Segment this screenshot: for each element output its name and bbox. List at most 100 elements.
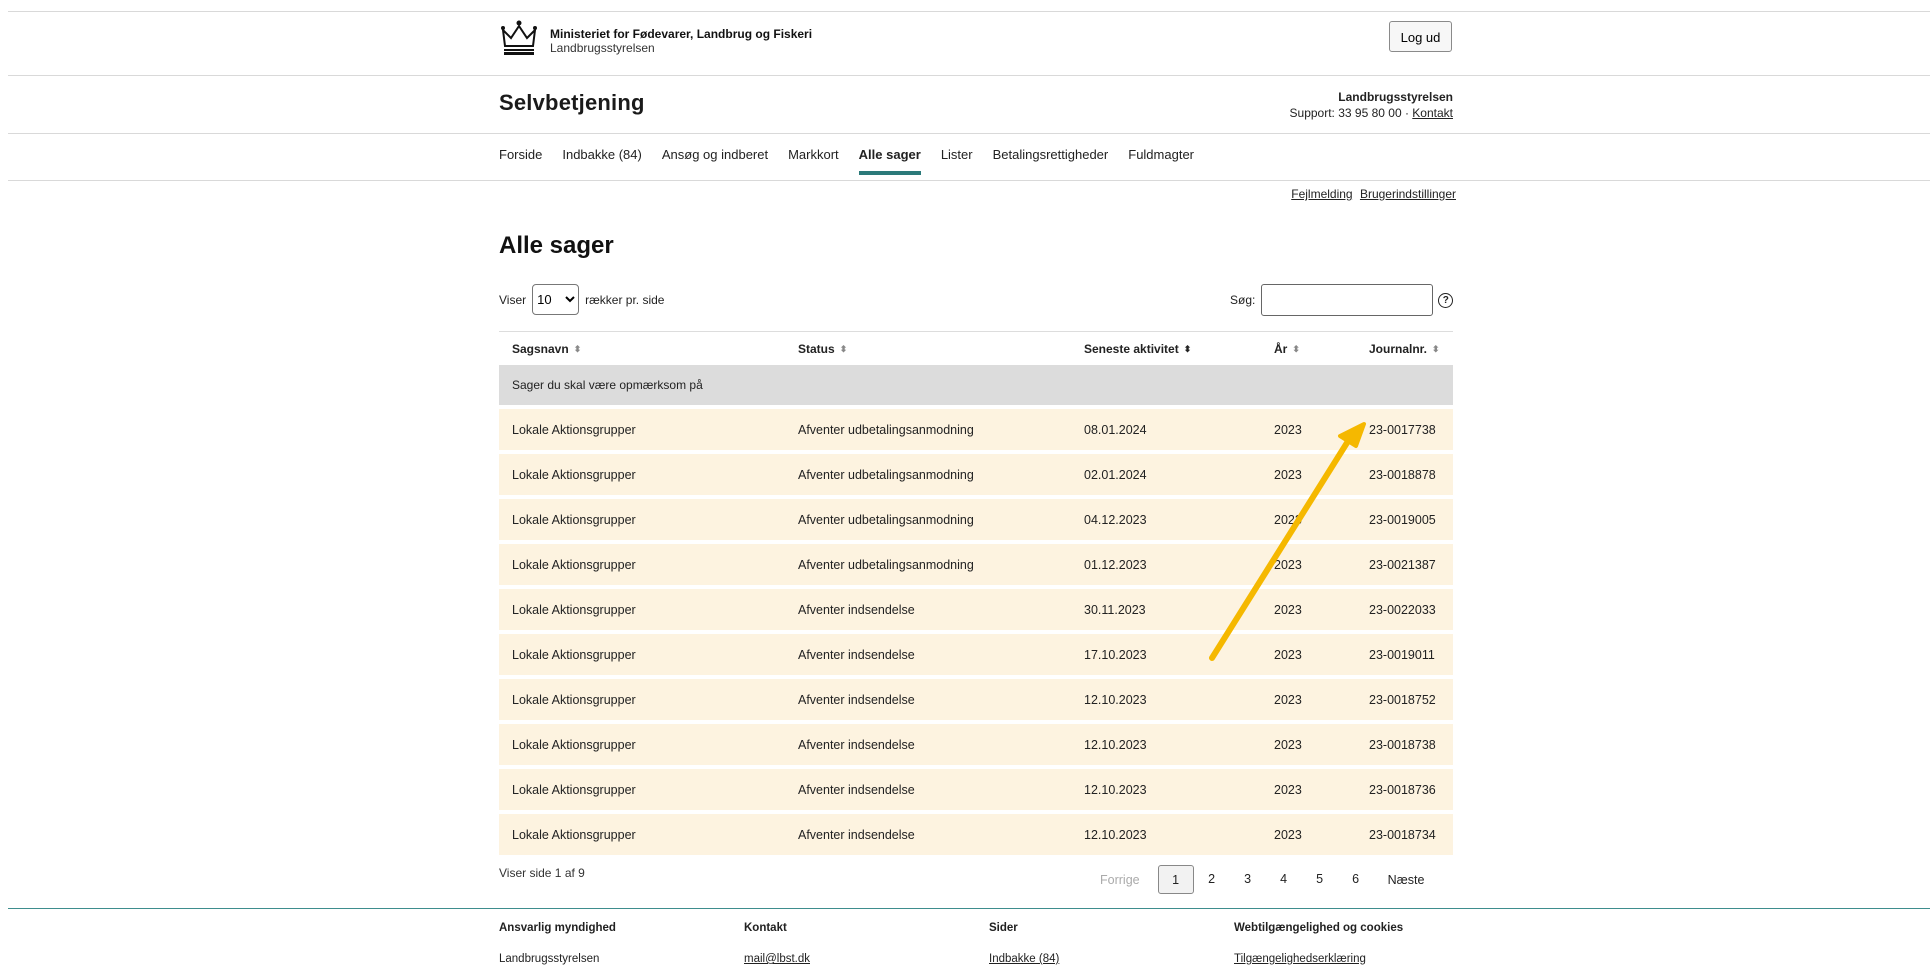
nav-item-fuldmagter[interactable]: Fuldmagter bbox=[1128, 147, 1194, 162]
cell-journalnr: 23-0018878 bbox=[1369, 468, 1436, 482]
page-5-button[interactable]: 5 bbox=[1302, 865, 1338, 894]
nav-top-divider bbox=[8, 133, 1930, 134]
sort-icon: ⬍ bbox=[1432, 344, 1440, 354]
cell-status: Afventer udbetalingsanmodning bbox=[798, 423, 974, 437]
footer-heading: Sider bbox=[989, 922, 1018, 934]
show-suffix: rækker pr. side bbox=[585, 292, 665, 307]
table-row[interactable]: Lokale Aktionsgrupper Afventer udbetaling… bbox=[499, 409, 1453, 450]
cell-seneste-aktivitet: 08.01.2024 bbox=[1084, 423, 1147, 437]
cell-journalnr: 23-0019005 bbox=[1369, 513, 1436, 527]
support-line: Support: 33 95 80 00 · Kontakt bbox=[1290, 105, 1453, 121]
cell-seneste-aktivitet: 30.11.2023 bbox=[1084, 603, 1146, 617]
column-header-sagsnavn[interactable]: Sagsnavn ⬍ bbox=[512, 342, 581, 356]
table-row[interactable]: Lokale Aktionsgrupper Afventer indsendels… bbox=[499, 769, 1453, 810]
cell-aar: 2023 bbox=[1274, 603, 1302, 617]
cell-journalnr: 23-0021387 bbox=[1369, 558, 1436, 572]
cell-seneste-aktivitet: 04.12.2023 bbox=[1084, 513, 1147, 527]
footer-contact: Kontakt mail@lbst.dk bbox=[744, 922, 810, 965]
cell-journalnr: 23-0018738 bbox=[1369, 738, 1436, 752]
cell-seneste-aktivitet: 01.12.2023 bbox=[1084, 558, 1147, 572]
table-header: Sagsnavn ⬍ Status ⬍ Seneste aktivitet ⬍ År ⬍… bbox=[499, 331, 1453, 365]
table-row[interactable]: Lokale Aktionsgrupper Afventer indsendels… bbox=[499, 679, 1453, 720]
cell-sagsnavn: Lokale Aktionsgrupper bbox=[512, 513, 636, 527]
authority-name: Landbrugsstyrelsen bbox=[499, 953, 600, 965]
table-row[interactable]: Lokale Aktionsgrupper Afventer udbetaling… bbox=[499, 499, 1453, 540]
support-info: Landbrugsstyrelsen Support: 33 95 80 00 … bbox=[1290, 89, 1453, 121]
footer-heading: Kontakt bbox=[744, 922, 787, 934]
table-row[interactable]: Lokale Aktionsgrupper Afventer indsendels… bbox=[499, 634, 1453, 675]
nav-item-forside[interactable]: Forside bbox=[499, 147, 542, 162]
table-row[interactable]: Lokale Aktionsgrupper Afventer udbetaling… bbox=[499, 544, 1453, 585]
nav-item-betalingsrettigheder[interactable]: Betalingsrettigheder bbox=[993, 147, 1109, 162]
search-control: Søg: ? bbox=[1230, 284, 1454, 316]
nav-item-lister[interactable]: Lister bbox=[941, 147, 973, 162]
table-row[interactable]: Lokale Aktionsgrupper Afventer indsendels… bbox=[499, 589, 1453, 630]
cell-status: Afventer indsendelse bbox=[798, 738, 915, 752]
main-nav: Forside Indbakke (84) Ansøg og indberet … bbox=[499, 147, 1214, 175]
cell-sagsnavn: Lokale Aktionsgrupper bbox=[512, 693, 636, 707]
cell-sagsnavn: Lokale Aktionsgrupper bbox=[512, 423, 636, 437]
cell-journalnr: 23-0018736 bbox=[1369, 783, 1436, 797]
rows-per-page-control: Viser 10 rækker pr. side bbox=[499, 284, 664, 315]
logout-button[interactable]: Log ud bbox=[1389, 21, 1452, 52]
error-report-link[interactable]: Fejlmelding bbox=[1291, 187, 1352, 201]
cell-sagsnavn: Lokale Aktionsgrupper bbox=[512, 603, 636, 617]
page-2-button[interactable]: 2 bbox=[1194, 865, 1230, 894]
nav-item-ansoeg[interactable]: Ansøg og indberet bbox=[662, 147, 768, 162]
user-settings-link[interactable]: Brugerindstillinger bbox=[1360, 187, 1456, 201]
cell-aar: 2023 bbox=[1274, 783, 1302, 797]
ministry-name: Ministeriet for Fødevarer, Landbrug og F… bbox=[550, 27, 813, 41]
cell-seneste-aktivitet: 12.10.2023 bbox=[1084, 693, 1147, 707]
cell-seneste-aktivitet: 12.10.2023 bbox=[1084, 738, 1147, 752]
search-label: Søg: bbox=[1230, 293, 1256, 307]
footer-authority: Ansvarlig myndighed Landbrugsstyrelsen bbox=[499, 922, 616, 965]
column-header-aar[interactable]: År ⬍ bbox=[1274, 342, 1300, 356]
rows-per-page-select[interactable]: 10 bbox=[532, 284, 580, 315]
agency-name: Landbrugsstyrelsen bbox=[550, 41, 655, 55]
page-1-button[interactable]: 1 bbox=[1157, 865, 1194, 894]
cell-sagsnavn: Lokale Aktionsgrupper bbox=[512, 738, 636, 752]
cell-seneste-aktivitet: 12.10.2023 bbox=[1084, 783, 1147, 797]
email-link[interactable]: mail@lbst.dk bbox=[744, 953, 810, 965]
footer-divider bbox=[8, 908, 1930, 909]
page-3-button[interactable]: 3 bbox=[1230, 865, 1266, 894]
nav-bottom-divider bbox=[8, 180, 1930, 181]
footer-inbox-link[interactable]: Indbakke (84) bbox=[989, 953, 1059, 965]
cell-seneste-aktivitet: 02.01.2024 bbox=[1084, 468, 1147, 482]
sort-icon: ⬍ bbox=[1292, 344, 1300, 354]
contact-link[interactable]: Kontakt bbox=[1412, 106, 1453, 120]
ministry-brand: Ministeriet for Fødevarer, Landbrug og F… bbox=[550, 27, 812, 55]
nav-item-alle-sager[interactable]: Alle sager bbox=[858, 147, 921, 175]
cell-journalnr: 23-0019011 bbox=[1369, 648, 1435, 662]
pagination: Forrige 1 2 3 4 5 6 Næste bbox=[1100, 865, 1424, 894]
cell-aar: 2023 bbox=[1274, 648, 1302, 662]
page-4-button[interactable]: 4 bbox=[1266, 865, 1302, 894]
prev-page-button[interactable]: Forrige bbox=[1100, 873, 1140, 887]
column-header-journalnr[interactable]: Journalnr. ⬍ bbox=[1369, 342, 1440, 356]
accessibility-statement-link[interactable]: Tilgængelighedserklæring bbox=[1234, 953, 1366, 965]
column-header-seneste-aktivitet[interactable]: Seneste aktivitet ⬍ bbox=[1084, 342, 1191, 356]
next-page-button[interactable]: Næste bbox=[1388, 873, 1425, 887]
table-row[interactable]: Lokale Aktionsgrupper Afventer udbetaling… bbox=[499, 454, 1453, 495]
show-prefix: Viser bbox=[499, 292, 527, 307]
cell-status: Afventer indsendelse bbox=[798, 648, 915, 662]
table-row[interactable]: Lokale Aktionsgrupper Afventer indsendels… bbox=[499, 724, 1453, 765]
nav-item-markkort[interactable]: Markkort bbox=[788, 147, 839, 162]
cell-sagsnavn: Lokale Aktionsgrupper bbox=[512, 648, 636, 662]
group-row: Sager du skal være opmærksom på bbox=[499, 365, 1453, 405]
search-input[interactable] bbox=[1261, 284, 1434, 316]
sort-icon: ⬍ bbox=[839, 344, 848, 354]
page-6-button[interactable]: 6 bbox=[1338, 865, 1374, 894]
help-icon[interactable]: ? bbox=[1438, 292, 1454, 308]
nav-item-indbakke[interactable]: Indbakke (84) bbox=[562, 147, 642, 162]
cell-aar: 2023 bbox=[1274, 468, 1302, 482]
crown-logo-icon bbox=[501, 20, 537, 55]
table-row[interactable]: Lokale Aktionsgrupper Afventer indsendels… bbox=[499, 814, 1453, 855]
column-header-status[interactable]: Status ⬍ bbox=[798, 342, 847, 356]
cell-journalnr: 23-0022033 bbox=[1369, 603, 1436, 617]
cell-aar: 2023 bbox=[1274, 693, 1302, 707]
support-phone: Support: 33 95 80 00 · bbox=[1289, 106, 1409, 120]
cell-seneste-aktivitet: 17.10.2023 bbox=[1084, 648, 1147, 662]
utility-links: Fejlmelding Brugerindstillinger bbox=[1287, 187, 1456, 201]
cell-journalnr: 23-0017738 bbox=[1369, 423, 1436, 437]
